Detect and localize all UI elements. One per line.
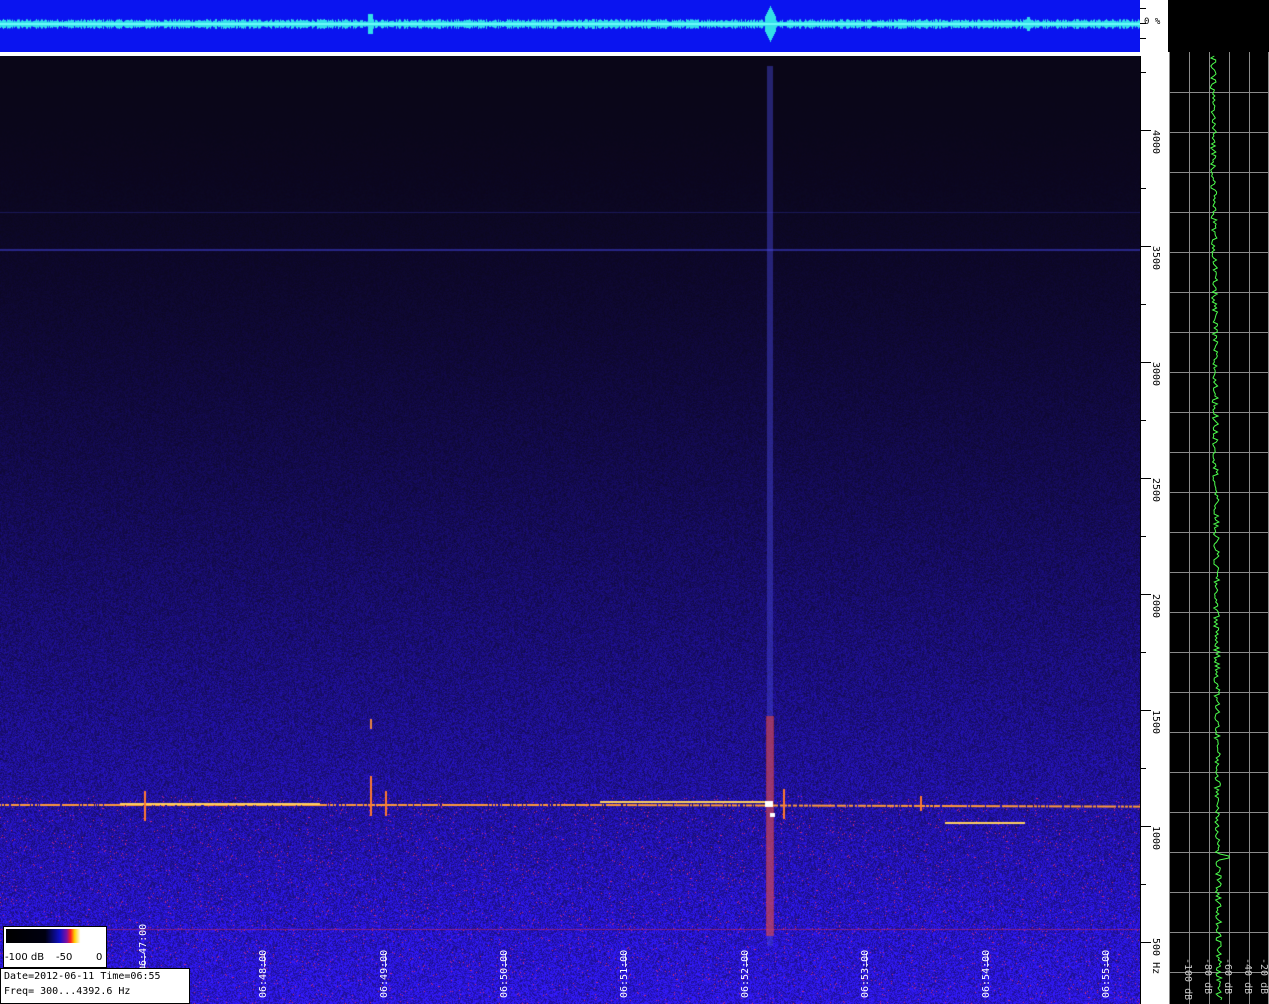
freq-label: 4000 bbox=[1150, 130, 1161, 155]
frequency-axis: 4000 3500 3000 2500 2000 1500 1000 500 H… bbox=[1140, 56, 1169, 1004]
freq-minor-tick bbox=[1141, 536, 1146, 537]
corner-panel bbox=[1168, 0, 1269, 52]
freq-minor-tick bbox=[1141, 884, 1146, 885]
freq-label: 3000 bbox=[1150, 362, 1161, 387]
colorbar-mid-label: -50 bbox=[56, 952, 73, 963]
freq-minor-tick bbox=[1141, 652, 1146, 653]
freq-minor-tick bbox=[1141, 768, 1146, 769]
colorbar-max-label: 0 bbox=[96, 952, 103, 963]
db-label: -80 dB bbox=[1202, 958, 1213, 995]
colorbar-legend: -100 dB -50 0 bbox=[3, 926, 107, 968]
time-label: 06:49:00 bbox=[379, 949, 390, 998]
waveform-tick bbox=[1140, 38, 1146, 39]
time-label: 06:47:00 bbox=[138, 923, 149, 972]
time-label: 06:48:00 bbox=[258, 949, 269, 998]
freq-minor-tick bbox=[1141, 72, 1146, 73]
spectrogram-panel[interactable]: 06:47:00 06:48:00 06:49:00 06:50:00 06:5… bbox=[0, 56, 1140, 1004]
waveform-scale: 0 % bbox=[1140, 0, 1168, 54]
freq-minor-tick bbox=[1141, 304, 1146, 305]
time-label: 06:53:00 bbox=[860, 949, 871, 998]
db-label: -60 dB bbox=[1222, 958, 1233, 995]
freq-minor-tick bbox=[1141, 188, 1146, 189]
time-label: 06:55:00 bbox=[1101, 949, 1112, 998]
spectrogram-image bbox=[0, 56, 1140, 1004]
spectrum-trace bbox=[1209, 55, 1230, 1001]
freq-label: 1500 bbox=[1150, 710, 1161, 735]
freq-label: 2000 bbox=[1150, 594, 1161, 619]
freq-label: 2500 bbox=[1150, 478, 1161, 503]
frequency-range-text: Freq= 300...4392.6 Hz bbox=[4, 986, 131, 997]
date-time-text: Date=2012-06-11 Time=06:55 bbox=[4, 971, 161, 982]
waveform-panel bbox=[0, 0, 1140, 52]
waveform-tick bbox=[1140, 8, 1146, 9]
colorbar-gradient bbox=[6, 929, 104, 943]
time-label: 06:50:00 bbox=[499, 949, 510, 998]
waveform-trace bbox=[0, 0, 1140, 52]
db-label: -40 dB bbox=[1242, 958, 1253, 995]
spectrum-plot bbox=[1169, 52, 1269, 1004]
freq-label: 500 Hz bbox=[1150, 938, 1161, 975]
freq-minor-tick bbox=[1141, 420, 1146, 421]
info-box: Date=2012-06-11 Time=06:55 Freq= 300...4… bbox=[0, 968, 190, 1004]
time-label: 06:51:00 bbox=[619, 949, 630, 998]
freq-label: 3500 bbox=[1150, 246, 1161, 271]
db-label: -20 dB bbox=[1258, 958, 1269, 995]
time-label: 06:52:00 bbox=[740, 949, 751, 998]
spectrum-panel: -100 dB -80 dB -60 dB -40 dB -20 dB bbox=[1169, 52, 1269, 1004]
freq-label: 1000 bbox=[1150, 826, 1161, 851]
colorbar-min-label: -100 dB bbox=[5, 952, 45, 963]
time-label: 06:54:00 bbox=[981, 949, 992, 998]
waveform-scale-label: 0 % bbox=[1144, 17, 1161, 27]
spectrum-grid bbox=[1169, 52, 1269, 1004]
db-label: -100 dB bbox=[1182, 958, 1193, 1001]
